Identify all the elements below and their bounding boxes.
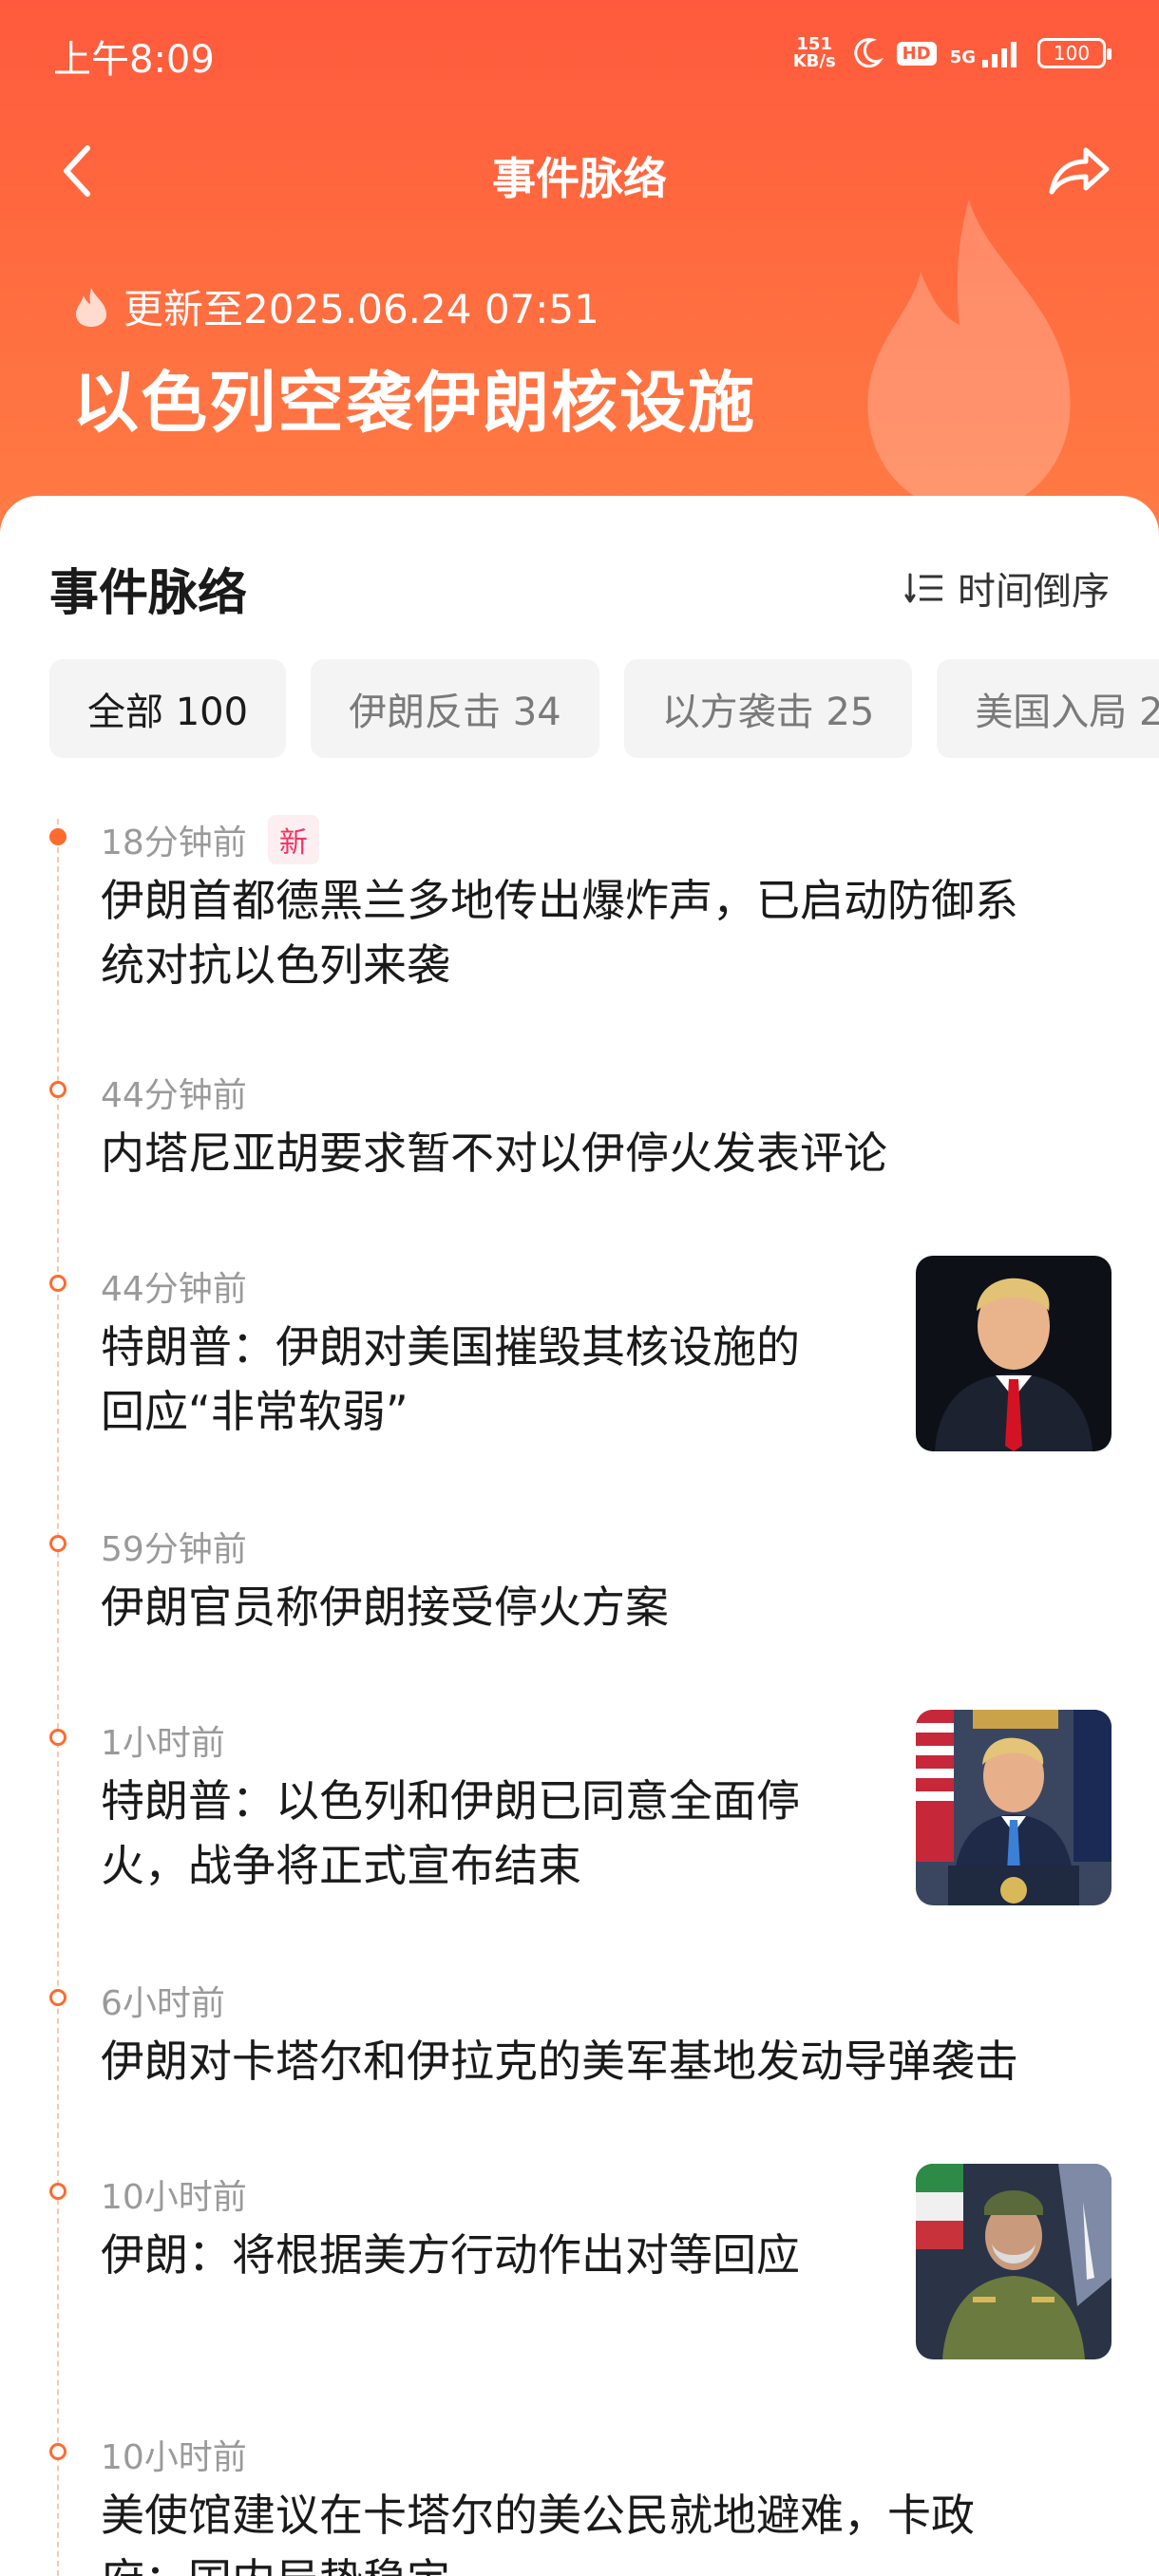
sort-order-button[interactable]: 时间倒序: [904, 560, 1110, 616]
timeline-dot: [49, 2183, 66, 2200]
filter-tab-israel-attack[interactable]: 以方袭击 25: [623, 659, 913, 758]
timeline-dot: [49, 1275, 66, 1292]
headline-line: 伊朗首都德黑兰多地传出爆炸声，已启动防御系: [101, 875, 1018, 926]
timeline-headline: 伊朗：将根据美方行动作出对等回应: [101, 2223, 800, 2287]
filter-tab-us-involvement[interactable]: 美国入局 2: [937, 659, 1159, 758]
section-title: 事件脉络: [49, 565, 248, 622]
timeline-dot: [49, 2443, 66, 2460]
headline-line: 伊朗：将根据美方行动作出对等回应: [101, 2229, 800, 2281]
hd-badge: HD: [896, 41, 937, 66]
military-officer-missile-photo: [916, 2164, 1112, 2359]
headline-line: 回应“非常软弱”: [101, 1386, 408, 1437]
timeline-headline: 特朗普：伊朗对美国摧毁其核设施的 回应“非常软弱”: [101, 1315, 800, 1444]
sort-descending-icon: [904, 573, 942, 603]
nav-bar: 事件脉络: [0, 133, 1159, 209]
news-thumbnail[interactable]: [916, 2164, 1112, 2359]
network-type: 5G: [949, 47, 976, 67]
timeline-headline: 伊朗首都德黑兰多地传出爆炸声，已启动防御系 统对抗以色列来袭: [101, 868, 1018, 997]
event-title: 以色列空袭伊朗核设施: [72, 364, 756, 442]
update-time-text: 更新至2025.06.24 07:51: [124, 286, 599, 332]
flame-watermark-icon: [867, 199, 1071, 513]
page-title: 事件脉络: [492, 153, 667, 204]
man-at-podium-flags-photo: [916, 1710, 1112, 1905]
network-speed-unit: KB/s: [792, 51, 836, 71]
timeline-headline: 内塔尼亚胡要求暂不对以伊停火发表评论: [101, 1121, 887, 1185]
filter-tabs: 全部 100 伊朗反击 34 以方袭击 25 美国入局 2: [49, 659, 1159, 758]
timeline-time: 10小时前: [101, 2438, 247, 2477]
section-header: 事件脉络 时间倒序: [49, 553, 1110, 622]
timeline-time: 18分钟前: [101, 824, 247, 862]
timeline-headline: 特朗普：以色列和伊朗已同意全面停 火，战争将正式宣布结束: [101, 1769, 800, 1898]
timeline-time: 59分钟前: [101, 1530, 247, 1569]
signal-bars-icon: [982, 42, 1016, 67]
headline-line: 内塔尼亚胡要求暂不对以伊停火发表评论: [101, 1127, 887, 1179]
status-bar: 上午8:09 151 KB/s HD 5G 100: [0, 0, 1159, 104]
moon-icon: [854, 38, 884, 68]
timeline-dot: [49, 1081, 66, 1098]
share-button[interactable]: [1041, 137, 1117, 205]
timeline-time: 10小时前: [101, 2178, 247, 2217]
status-icons: 151 KB/s HD 5G 100: [793, 32, 1112, 74]
update-info: 更新至2025.06.24 07:51: [72, 277, 599, 335]
new-badge: 新: [267, 815, 319, 864]
timeline-dot: [49, 1729, 66, 1746]
timeline-dot: [49, 1989, 66, 2006]
headline-line: 统对抗以色列来袭: [101, 939, 450, 991]
header-banner: 上午8:09 151 KB/s HD 5G 100 事件脉络 更新至2025.0…: [0, 0, 1159, 532]
timeline-dot: [49, 828, 66, 845]
headline-line: 美使馆建议在卡塔尔的美公民就地避难，卡政: [101, 2490, 975, 2541]
headline-line: 火，战争将正式宣布结束: [101, 1840, 581, 1891]
sort-label: 时间倒序: [958, 570, 1110, 614]
filter-tab-iran-counterattack[interactable]: 伊朗反击 34: [311, 659, 599, 758]
battery-level: 100: [1053, 42, 1091, 65]
headline-line: 府：国内局势稳定: [101, 2548, 975, 2576]
headline-line: 特朗普：伊朗对美国摧毁其核设施的: [101, 1321, 800, 1373]
headline-line: 特朗普：以色列和伊朗已同意全面停: [101, 1775, 800, 1827]
headline-line: 伊朗对卡塔尔和伊拉克的美军基地发动导弹袭击: [101, 2036, 1018, 2087]
timeline-time: 1小时前: [101, 1724, 225, 1763]
filter-tab-all[interactable]: 全部 100: [49, 659, 287, 758]
network-speed: 151 KB/s: [793, 36, 836, 70]
timeline-headline: 伊朗官员称伊朗接受停火方案: [101, 1575, 669, 1639]
timeline-dot: [49, 1535, 66, 1552]
timeline-time: 44分钟前: [101, 1076, 247, 1115]
timeline-time: 44分钟前: [101, 1270, 247, 1309]
timeline-headline: 伊朗对卡塔尔和伊拉克的美军基地发动导弹袭击: [101, 2029, 1018, 2093]
fire-icon: [76, 287, 106, 327]
headline-line: 伊朗官员称伊朗接受停火方案: [101, 1582, 669, 1633]
timeline-time-row: 18分钟前 新: [101, 815, 319, 864]
news-thumbnail[interactable]: [916, 1256, 1112, 1451]
timeline-headline: 美使馆建议在卡塔尔的美公民就地避难，卡政 府：国内局势稳定: [101, 2483, 975, 2576]
content-card: 事件脉络 时间倒序 全部 100 伊朗反击 34 以方袭击 25 美国入局 2 …: [0, 496, 1159, 2576]
news-thumbnail[interactable]: [916, 1710, 1112, 1905]
man-in-suit-red-tie-photo: [916, 1256, 1112, 1451]
battery-icon: 100: [1037, 38, 1112, 68]
share-arrow-icon: [1049, 147, 1110, 195]
status-time: 上午8:09: [53, 38, 215, 82]
timeline-time: 6小时前: [101, 1984, 225, 2023]
signal-indicator: 5G: [950, 39, 1024, 67]
